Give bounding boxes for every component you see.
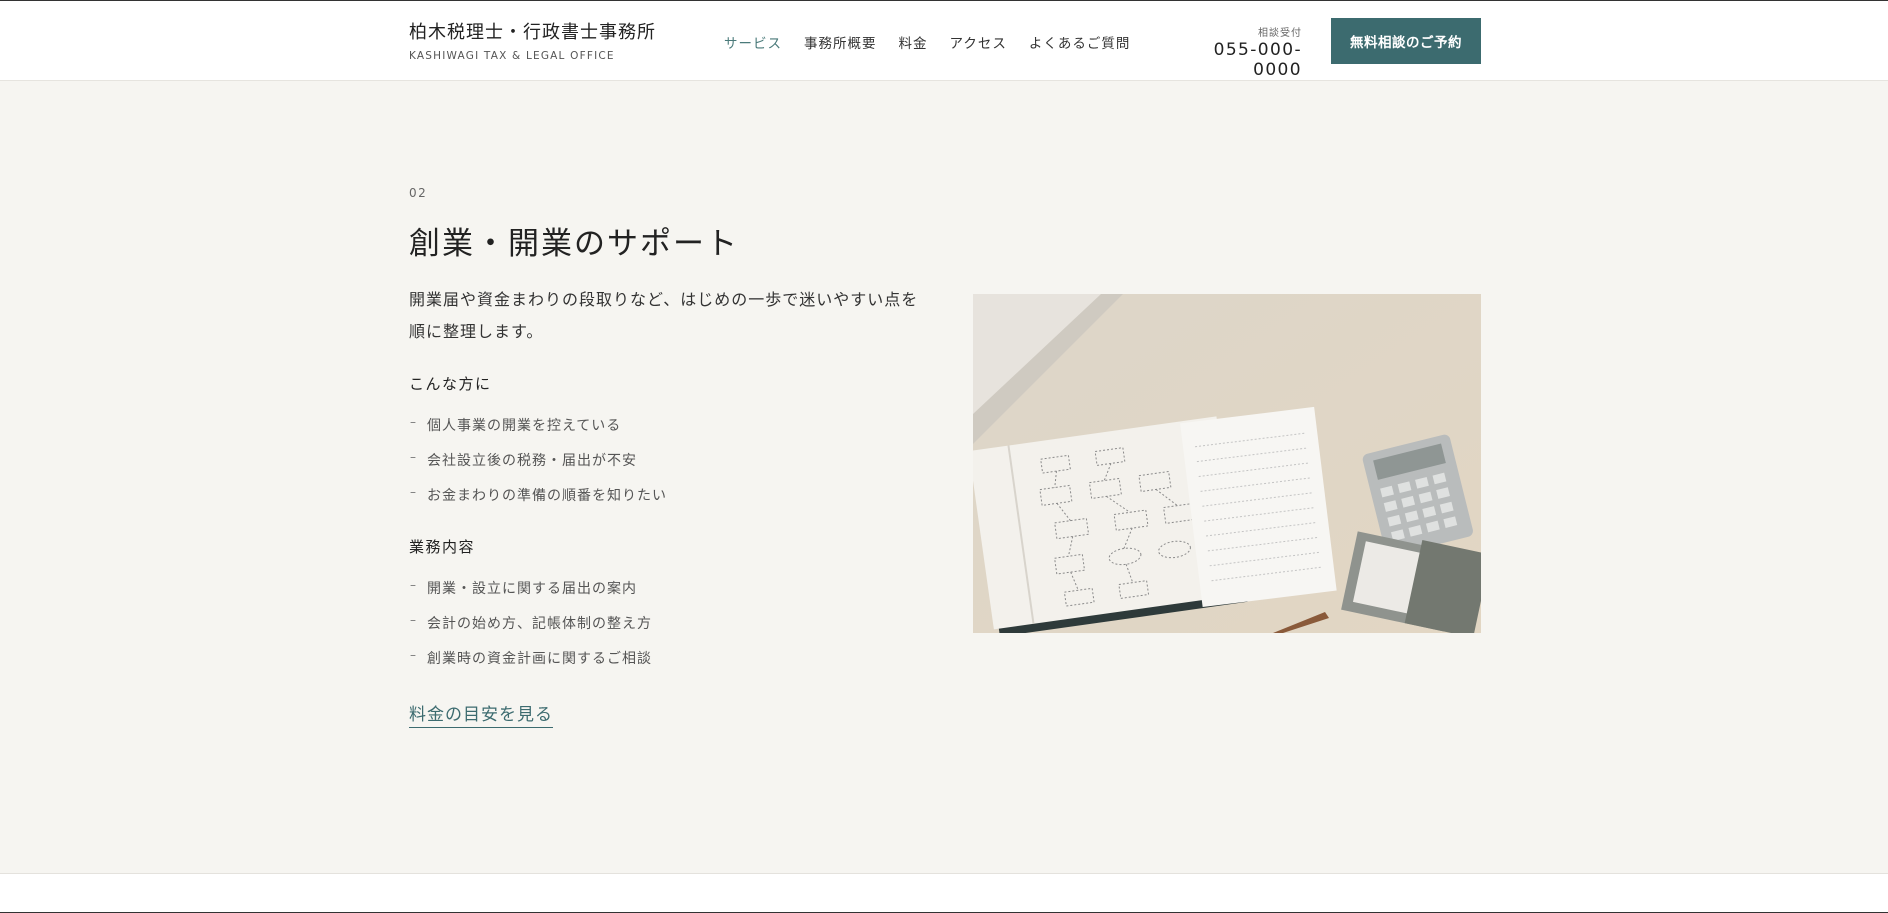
list-item: – 開業・設立に関する届出の案内 <box>409 578 652 613</box>
section-lead: 開業届や資金まわりの段取りなど、はじめの一歩で迷いやすい点を順に整理します。 <box>409 290 919 341</box>
nav-item-faq[interactable]: よくあるご質問 <box>1029 32 1131 52</box>
dash-icon: – <box>410 485 417 499</box>
site-footer <box>0 874 1888 912</box>
services-heading: 業務内容 <box>409 538 476 556</box>
dash-icon: – <box>410 648 417 662</box>
list-item-text: お金まわりの準備の順番を知りたい <box>427 488 667 504</box>
nav-item-fees[interactable]: 料金 <box>899 32 928 52</box>
dash-icon: – <box>410 415 417 429</box>
brand-name: 柏木税理士・行政書士事務所 <box>409 22 656 43</box>
phone-label: 相談受付 <box>1258 28 1302 39</box>
target-heading: こんな方に <box>409 375 492 393</box>
dash-icon: – <box>410 578 417 592</box>
site-header: 柏木税理士・行政書士事務所 KASHIWAGI TAX & LEGAL OFFI… <box>0 1 1888 81</box>
nav-item-services[interactable]: サービス <box>724 32 782 52</box>
list-item-text: 創業時の資金計画に関するご相談 <box>427 651 652 667</box>
target-list: – 個人事業の開業を控えている – 会社設立後の税務・届出が不安 – お金まわりの準備… <box>409 415 667 520</box>
fees-link[interactable]: 料金の目安を見る <box>409 700 553 728</box>
list-item: – お金まわりの準備の順番を知りたい <box>409 485 667 520</box>
services-list: – 開業・設立に関する届出の案内 – 会計の始め方、記帳体制の整え方 – 創業時の資金… <box>409 578 652 683</box>
phone-contact[interactable]: 相談受付 055-000-0000 <box>1168 24 1302 80</box>
nav-item-access[interactable]: アクセス <box>950 32 1007 52</box>
dash-icon: – <box>410 450 417 464</box>
list-item: – 会社設立後の税務・届出が不安 <box>409 450 667 485</box>
brand-logo[interactable]: 柏木税理士・行政書士事務所 KASHIWAGI TAX & LEGAL OFFI… <box>409 18 656 62</box>
dash-icon: – <box>410 613 417 627</box>
desk-photo <box>973 294 1481 633</box>
main-nav: サービス 事務所概要 料金 アクセス よくあるご質問 <box>724 32 1152 52</box>
nav-item-office[interactable]: 事務所概要 <box>804 32 877 52</box>
brand-subtitle: KASHIWAGI TAX & LEGAL OFFICE <box>409 50 615 62</box>
list-item-text: 会社設立後の税務・届出が不安 <box>427 453 637 469</box>
reservation-button[interactable]: 無料相談のご予約 <box>1331 18 1481 64</box>
section-title: 創業・開業のサポート <box>409 226 739 262</box>
list-item: – 個人事業の開業を控えている <box>409 415 667 450</box>
phone-number[interactable]: 055-000-0000 <box>1168 40 1302 80</box>
list-item-text: 会計の始め方、記帳体制の整え方 <box>427 616 652 632</box>
section-number: 02 <box>409 186 428 200</box>
list-item: – 会計の始め方、記帳体制の整え方 <box>409 613 652 648</box>
list-item: – 創業時の資金計画に関するご相談 <box>409 648 652 683</box>
list-item-text: 個人事業の開業を控えている <box>427 418 622 434</box>
list-item-text: 開業・設立に関する届出の案内 <box>427 581 637 597</box>
